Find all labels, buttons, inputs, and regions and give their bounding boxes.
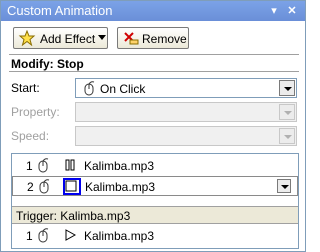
mouse-icon [36, 228, 50, 247]
remove-label: Remove [142, 32, 187, 46]
mouse-icon [36, 158, 50, 177]
custom-animation-pane: Custom Animation ▾ ✕ Add Effect Remove M… [0, 0, 306, 252]
close-icon[interactable]: ✕ [285, 4, 299, 18]
chevron-down-icon [98, 35, 106, 40]
start-value: On Click [100, 82, 146, 96]
trigger-header: Trigger: Kalimba.mp3 [12, 206, 298, 224]
effect-order-number: 2 [27, 180, 34, 194]
mouse-icon [37, 179, 51, 198]
effect-name: Kalimba.mp3 [84, 229, 155, 243]
trigger-label: Trigger: Kalimba.mp3 [16, 209, 131, 223]
property-select [75, 102, 297, 122]
play-icon [64, 229, 77, 244]
effect-name: Kalimba.mp3 [84, 159, 155, 173]
effect-name: Kalimba.mp3 [85, 180, 156, 194]
list-item-selected[interactable]: 2 Kalimba.mp3 [12, 176, 298, 196]
effect-order-number: 1 [26, 159, 33, 173]
speed-select [75, 126, 297, 146]
list-item[interactable]: 1 Kalimba.mp3 [12, 226, 298, 246]
divider [9, 54, 299, 55]
pane-title: Custom Animation [7, 3, 113, 18]
chevron-down-icon[interactable] [279, 80, 295, 96]
chevron-down-icon [279, 104, 295, 120]
add-effect-button[interactable]: Add Effect [13, 27, 108, 49]
add-effect-star-icon [18, 29, 36, 49]
property-label: Property: [11, 105, 60, 119]
effects-list[interactable]: 1 Kalimba.mp3 2 Kalimba.mp3 Trigger: Kal… [11, 153, 299, 249]
list-item[interactable]: 1 Kalimba.mp3 [12, 156, 298, 176]
title-bar: Custom Animation ▾ ✕ [1, 1, 305, 21]
start-select[interactable]: On Click [75, 78, 297, 98]
chevron-down-icon[interactable] [277, 179, 291, 193]
stop-icon [65, 180, 77, 195]
divider [9, 71, 299, 72]
mouse-icon [82, 81, 96, 100]
start-label: Start: [11, 81, 40, 95]
remove-button[interactable]: Remove [117, 27, 189, 49]
modify-heading: Modify: Stop [11, 57, 84, 71]
pane-menu-icon[interactable]: ▾ [267, 4, 281, 18]
speed-label: Speed: [11, 129, 50, 143]
add-effect-label: Add Effect [40, 32, 96, 46]
pause-icon [64, 159, 76, 174]
remove-x-icon [122, 30, 140, 49]
effect-order-number: 1 [26, 229, 33, 243]
chevron-down-icon [279, 128, 295, 144]
